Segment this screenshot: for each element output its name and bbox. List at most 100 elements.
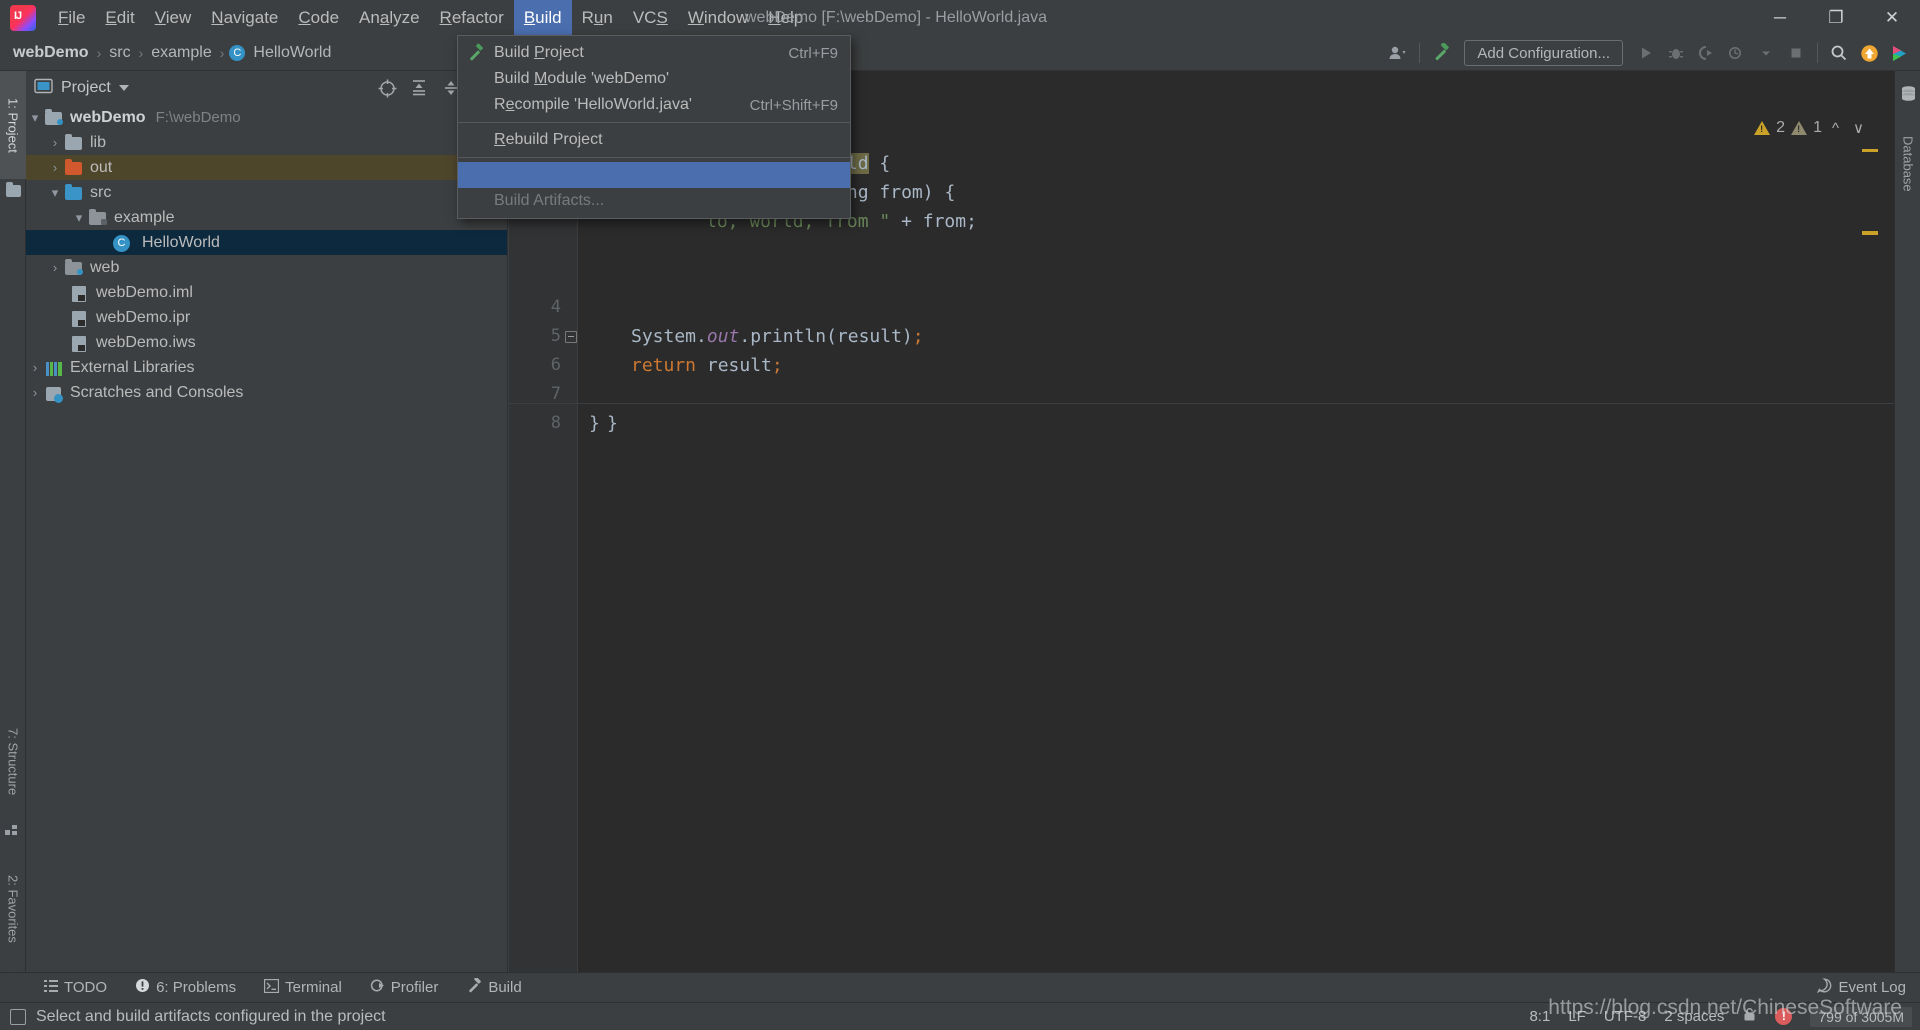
sidebar-item-project[interactable]: 1: Project	[0, 71, 26, 179]
menu-item-run-ant-target[interactable]: Build Artifacts...	[458, 188, 850, 214]
menu-item-rebuild-project[interactable]: Rebuild Project	[458, 127, 850, 153]
breadcrumb-item-project[interactable]: webDemo	[10, 44, 92, 62]
run-icon[interactable]	[1631, 38, 1661, 68]
menu-file[interactable]: File	[48, 0, 95, 35]
profile-icon[interactable]	[1721, 38, 1751, 68]
tree-node-web[interactable]: › web	[26, 255, 507, 280]
tree-node-webdemo[interactable]: ▾ webDemo F:\webDemo	[26, 105, 507, 130]
tree-node-out[interactable]: › out	[26, 155, 507, 180]
chevron-down-icon[interactable]: ▾	[26, 110, 44, 126]
error-stripe-marker[interactable]	[1862, 231, 1878, 235]
menu-navigate[interactable]: Navigate	[201, 0, 288, 35]
folder-orange-icon	[64, 158, 84, 176]
chevron-down-icon[interactable]: ∨	[1849, 119, 1868, 137]
chevron-right-icon[interactable]: ›	[46, 260, 64, 275]
add-configuration-button[interactable]: Add Configuration...	[1464, 40, 1623, 66]
tree-node-label: out	[90, 158, 113, 176]
breadcrumb-item-helloworld[interactable]: HelloWorld	[250, 44, 334, 62]
breadcrumb-item-src[interactable]: src	[106, 44, 133, 62]
project-folder-icon	[5, 182, 21, 199]
stop-icon[interactable]	[1781, 38, 1811, 68]
breadcrumb-item-example[interactable]: example	[148, 44, 214, 62]
build-hammer-icon[interactable]	[1426, 38, 1456, 68]
menu-edit[interactable]: Edit	[95, 0, 144, 35]
code-fold-icon[interactable]	[565, 331, 577, 343]
status-message: Select and build artifacts configured in…	[36, 1007, 386, 1025]
tree-node-helloworld[interactable]: C HelloWorld	[26, 230, 507, 255]
event-log-button[interactable]: Event Log	[1817, 978, 1906, 997]
menu-item-build-project[interactable]: Build Project Ctrl+F9	[458, 40, 850, 66]
locate-target-icon[interactable]	[371, 72, 403, 104]
menu-view[interactable]: View	[145, 0, 202, 35]
chevron-down-icon[interactable]	[118, 85, 129, 91]
build-menu-dropdown[interactable]: Build Project Ctrl+F9 Build Module 'webD…	[457, 35, 851, 219]
menu-analyze[interactable]: Analyze	[349, 0, 430, 35]
tree-node-external-libraries[interactable]: › External Libraries	[26, 355, 507, 380]
breadcrumb-separator: ›	[138, 44, 144, 61]
sidebar-item-favorites[interactable]: 2: Favorites	[0, 853, 26, 965]
tree-node-webdemo-iws[interactable]: webDemo.iws	[26, 330, 507, 355]
error-stripe-marker[interactable]	[1862, 149, 1878, 152]
idea-play-icon[interactable]	[1884, 38, 1914, 68]
inspection-widget[interactable]: 2 1 ^ ∨	[1754, 119, 1868, 137]
dropdown-arrow-icon[interactable]	[1751, 38, 1781, 68]
menu-build[interactable]: Build	[513, 0, 572, 35]
sidebar-item-database[interactable]: Database	[1895, 109, 1920, 219]
menu-separator	[458, 157, 850, 158]
tree-node-webdemo-ipr[interactable]: webDemo.ipr	[26, 305, 507, 330]
project-panel-title: Project	[61, 79, 111, 96]
run-with-coverage-icon[interactable]	[1691, 38, 1721, 68]
tool-tab-label: Database	[1900, 136, 1916, 192]
right-tool-window-strip: Database	[1894, 71, 1920, 986]
bottom-tab-label: 6: Problems	[156, 979, 237, 996]
bottom-tab-profiler[interactable]: Profiler	[356, 973, 453, 1003]
minimize-button[interactable]: ─	[1752, 0, 1808, 35]
user-avatar-icon[interactable]	[1383, 38, 1413, 68]
caret-position[interactable]: 8:1	[1529, 1008, 1550, 1025]
sidebar-item-structure[interactable]: 7: Structure	[0, 707, 26, 817]
chevron-right-icon[interactable]: ›	[26, 385, 44, 400]
scratches-icon	[44, 385, 64, 403]
debug-icon[interactable]	[1661, 38, 1691, 68]
tree-node-label: lib	[90, 133, 107, 151]
tree-node-src[interactable]: ▾ src	[26, 180, 507, 205]
menu-item-build-module[interactable]: Build Module 'webDemo'	[458, 66, 850, 92]
menu-item-build-artifacts[interactable]	[458, 162, 850, 188]
chevron-up-icon[interactable]: ^	[1828, 120, 1843, 137]
tree-node-webdemo-iml[interactable]: webDemo.iml	[26, 280, 507, 305]
chevron-down-icon[interactable]: ▾	[70, 210, 88, 226]
tree-node-lib[interactable]: › lib	[26, 130, 507, 155]
menu-item-recompile[interactable]: Recompile 'HelloWorld.java' Ctrl+Shift+F…	[458, 92, 850, 118]
package-folder-icon	[88, 208, 108, 226]
update-icon[interactable]	[1854, 38, 1884, 68]
bottom-tab-problems[interactable]: 6: Problems	[121, 973, 250, 1003]
warning-count: 2	[1776, 119, 1786, 136]
maximize-button[interactable]: ❐	[1808, 0, 1864, 35]
tree-node-scratches-and-consoles[interactable]: › Scratches and Consoles	[26, 380, 507, 405]
tree-node-label: HelloWorld	[142, 233, 220, 251]
chevron-down-icon[interactable]: ▾	[46, 185, 64, 201]
bottom-tab-terminal[interactable]: Terminal	[250, 973, 356, 1003]
project-tool-window: Project ▾ webDemo F:\webDemo › lib › out…	[26, 71, 508, 986]
menu-run[interactable]: Run	[572, 0, 623, 35]
tree-node-example[interactable]: ▾ example	[26, 205, 507, 230]
search-everywhere-icon[interactable]	[1824, 38, 1854, 68]
bottom-tab-label: TODO	[64, 979, 108, 996]
menu-code[interactable]: Code	[288, 0, 349, 35]
chevron-right-icon[interactable]: ›	[26, 360, 44, 375]
chevron-right-icon[interactable]: ›	[46, 135, 64, 150]
file-icon	[70, 335, 90, 352]
tree-node-label: Scratches and Consoles	[70, 383, 244, 401]
chevron-right-icon[interactable]: ›	[46, 160, 64, 175]
navbar-toolbar: Add Configuration...	[1383, 35, 1914, 71]
weak-warning-icon	[1791, 121, 1808, 135]
menu-refactor[interactable]: Refactor	[430, 0, 514, 35]
close-button[interactable]: ✕	[1864, 0, 1920, 35]
bottom-tab-build[interactable]: Build	[452, 973, 535, 1003]
title-bar: File Edit View Navigate Code Analyze Ref…	[0, 0, 1920, 35]
menu-vcs[interactable]: VCS	[623, 0, 678, 35]
bottom-tab-todo[interactable]: TODO	[30, 973, 121, 1003]
project-tree[interactable]: ▾ webDemo F:\webDemo › lib › out ▾ src ▾…	[26, 105, 507, 986]
expand-all-icon[interactable]	[403, 72, 435, 104]
todo-list-icon	[44, 979, 58, 997]
